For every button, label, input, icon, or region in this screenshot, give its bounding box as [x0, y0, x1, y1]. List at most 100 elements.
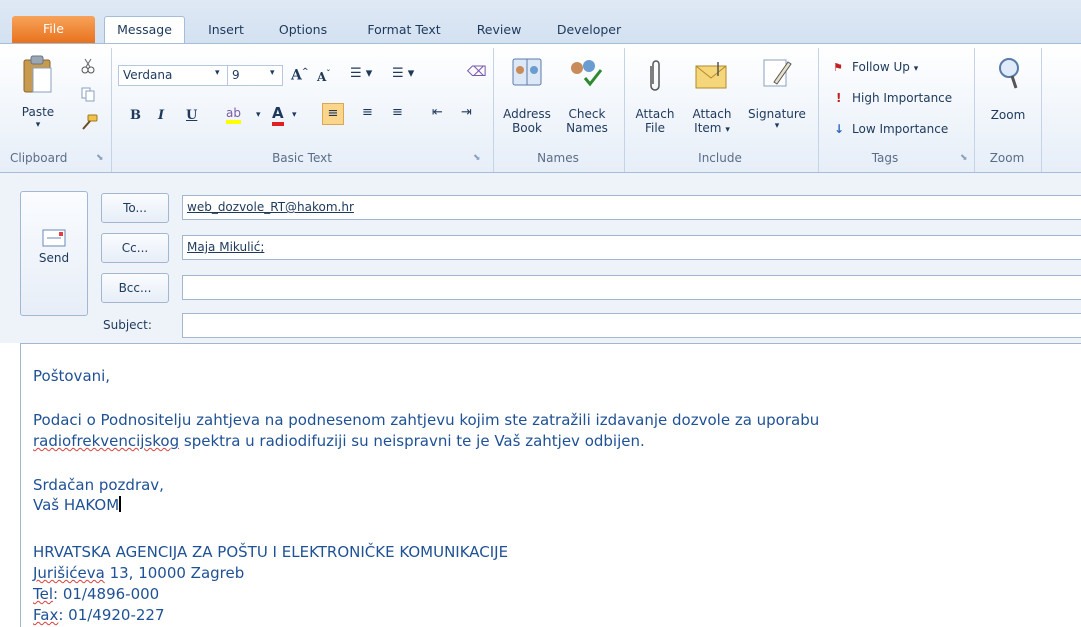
decrease-indent-icon[interactable]: ⇤ — [432, 105, 443, 120]
bold-icon[interactable]: B — [130, 108, 141, 123]
to-field[interactable]: web_dozvole_RT@hakom.hr — [182, 195, 1081, 220]
tab-options[interactable]: Options — [268, 17, 338, 43]
tel-number: : 01/4896-000 — [53, 585, 160, 603]
include-group-label: Include — [698, 151, 742, 165]
paste-button[interactable]: Paste — [16, 105, 60, 119]
sender-text: Vaš HAKOM — [33, 496, 120, 514]
message-body[interactable] — [20, 343, 1081, 627]
tags-group-label: Tags — [871, 151, 899, 165]
tel-label: Tel — [33, 585, 54, 603]
signature-button[interactable]: Signature ▾ — [742, 107, 812, 131]
font-color-icon[interactable]: A — [272, 104, 284, 126]
bullets-icon[interactable]: ☰ ▾ — [350, 66, 372, 81]
signature-icon[interactable] — [760, 56, 794, 93]
check-names-label-line2: Names — [566, 121, 608, 135]
fax-number: : 01/4920-227 — [58, 606, 165, 624]
clear-formatting-icon[interactable]: ⌫ — [467, 64, 487, 80]
follow-up-label: Follow Up — [852, 60, 910, 74]
send-button[interactable]: Send — [20, 191, 88, 316]
address-line: Jurišićeva 13, 10000 Zagreb — [33, 564, 244, 582]
check-names-label-line1: Check — [568, 107, 606, 121]
font-name-dropdown-icon[interactable]: ▾ — [215, 68, 220, 78]
highlight-icon[interactable]: ab — [226, 106, 241, 124]
follow-up-dropdown-icon: ▾ — [913, 64, 919, 74]
attach-item-dropdown-icon[interactable]: ▾ — [725, 125, 730, 135]
basic-text-launcher-icon[interactable]: ⬊ — [473, 153, 481, 163]
to-recipient[interactable]: web_dozvole_RT@hakom.hr — [187, 200, 354, 214]
follow-up-button[interactable]: Follow Up ▾ — [852, 60, 918, 74]
bcc-field[interactable] — [182, 275, 1081, 300]
body-line-1: Podaci o Podnositelju zahtjeva na podnes… — [33, 411, 820, 429]
attach-item-button[interactable]: Attach Item ▾ — [686, 107, 738, 135]
italic-icon[interactable]: I — [158, 108, 164, 123]
send-icon — [21, 228, 87, 251]
cut-icon[interactable] — [80, 58, 96, 77]
paste-dropdown-icon[interactable]: ▾ — [16, 120, 60, 130]
address-book-button[interactable]: Address Book — [498, 107, 556, 135]
body-line-2-rest: spektra u radiodifuziji su neispravni te… — [179, 432, 645, 450]
flag-icon: ⚑ — [833, 61, 843, 74]
address-street: Jurišićeva — [33, 564, 105, 582]
clipboard-launcher-icon[interactable]: ⬊ — [96, 153, 104, 163]
divider — [818, 48, 819, 172]
bcc-button[interactable]: Bcc... — [101, 273, 169, 303]
high-importance-button[interactable]: High Importance — [852, 91, 952, 105]
cc-recipient[interactable]: Maja Mikulić; — [187, 240, 264, 254]
low-importance-icon: ↓ — [834, 122, 845, 136]
fax-label: Fax — [33, 606, 59, 624]
signature-dropdown-icon[interactable]: ▾ — [742, 121, 812, 131]
numbering-icon[interactable]: ☰ ▾ — [392, 66, 414, 81]
tel-line: Tel: 01/4896-000 — [33, 585, 159, 603]
body-line-2: radiofrekvencijskog spektra u radiodifuz… — [33, 432, 645, 450]
align-left-icon[interactable]: ≡ — [322, 103, 344, 125]
tab-insert[interactable]: Insert — [196, 17, 256, 43]
font-size-dropdown-icon[interactable]: ▾ — [270, 68, 275, 78]
attach-item-icon[interactable] — [694, 60, 730, 93]
cc-field[interactable]: Maja Mikulić; — [182, 235, 1081, 260]
attach-file-label-line1: Attach — [635, 107, 675, 121]
attach-item-label-line1: Attach — [692, 107, 732, 121]
increase-indent-icon[interactable]: ⇥ — [461, 105, 472, 120]
subject-field[interactable] — [182, 313, 1081, 338]
address-book-label-line1: Address — [503, 107, 551, 121]
align-center-icon[interactable]: ≡ — [362, 105, 373, 120]
to-button[interactable]: To... — [101, 193, 169, 223]
high-importance-icon: ! — [836, 91, 842, 105]
greeting-text: Poštovani, — [33, 367, 111, 385]
format-painter-icon[interactable] — [80, 114, 98, 133]
misspelled-word: radiofrekvencijskog — [33, 432, 180, 450]
underline-icon[interactable]: U — [186, 108, 197, 123]
attach-file-label-line2: File — [644, 121, 666, 135]
signature-label: Signature — [748, 107, 806, 121]
low-importance-button[interactable]: Low Importance — [852, 122, 948, 136]
cc-button[interactable]: Cc... — [101, 233, 169, 263]
tab-review[interactable]: Review — [466, 17, 532, 43]
zoom-button[interactable]: Zoom — [982, 108, 1034, 122]
divider — [1041, 48, 1042, 172]
closing-text: Srdačan pozdrav, — [33, 476, 164, 494]
text-cursor — [119, 496, 122, 512]
tab-file[interactable]: File — [12, 16, 95, 43]
grow-font-icon[interactable]: A^ — [291, 66, 309, 84]
shrink-font-icon[interactable]: Aˇ — [317, 68, 330, 84]
font-color-dropdown-icon[interactable]: ▾ — [292, 110, 297, 120]
check-names-button[interactable]: Check Names — [560, 107, 614, 135]
address-book-icon[interactable] — [510, 56, 544, 93]
align-right-icon[interactable]: ≡ — [392, 105, 403, 120]
paste-icon[interactable] — [20, 54, 56, 103]
tab-message[interactable]: Message — [104, 16, 185, 44]
ribbon-tab-bar: File Message Insert Options Format Text … — [0, 0, 1081, 44]
zoom-icon[interactable] — [996, 56, 1026, 93]
clipboard-group-label: Clipboard — [10, 151, 68, 165]
check-names-icon[interactable] — [567, 56, 603, 93]
copy-icon[interactable] — [80, 86, 96, 105]
tab-developer[interactable]: Developer — [546, 17, 632, 43]
attach-file-icon[interactable] — [645, 58, 665, 97]
send-label: Send — [38, 251, 70, 265]
org-name: HRVATSKA AGENCIJA ZA POŠTU I ELEKTRONIČK… — [33, 543, 509, 561]
tags-launcher-icon[interactable]: ⬊ — [960, 153, 968, 163]
attach-file-button[interactable]: Attach File — [630, 107, 680, 135]
tab-format-text[interactable]: Format Text — [354, 17, 454, 43]
highlight-dropdown-icon[interactable]: ▾ — [256, 110, 261, 120]
sender-line: Vaš HAKOM — [33, 496, 122, 514]
